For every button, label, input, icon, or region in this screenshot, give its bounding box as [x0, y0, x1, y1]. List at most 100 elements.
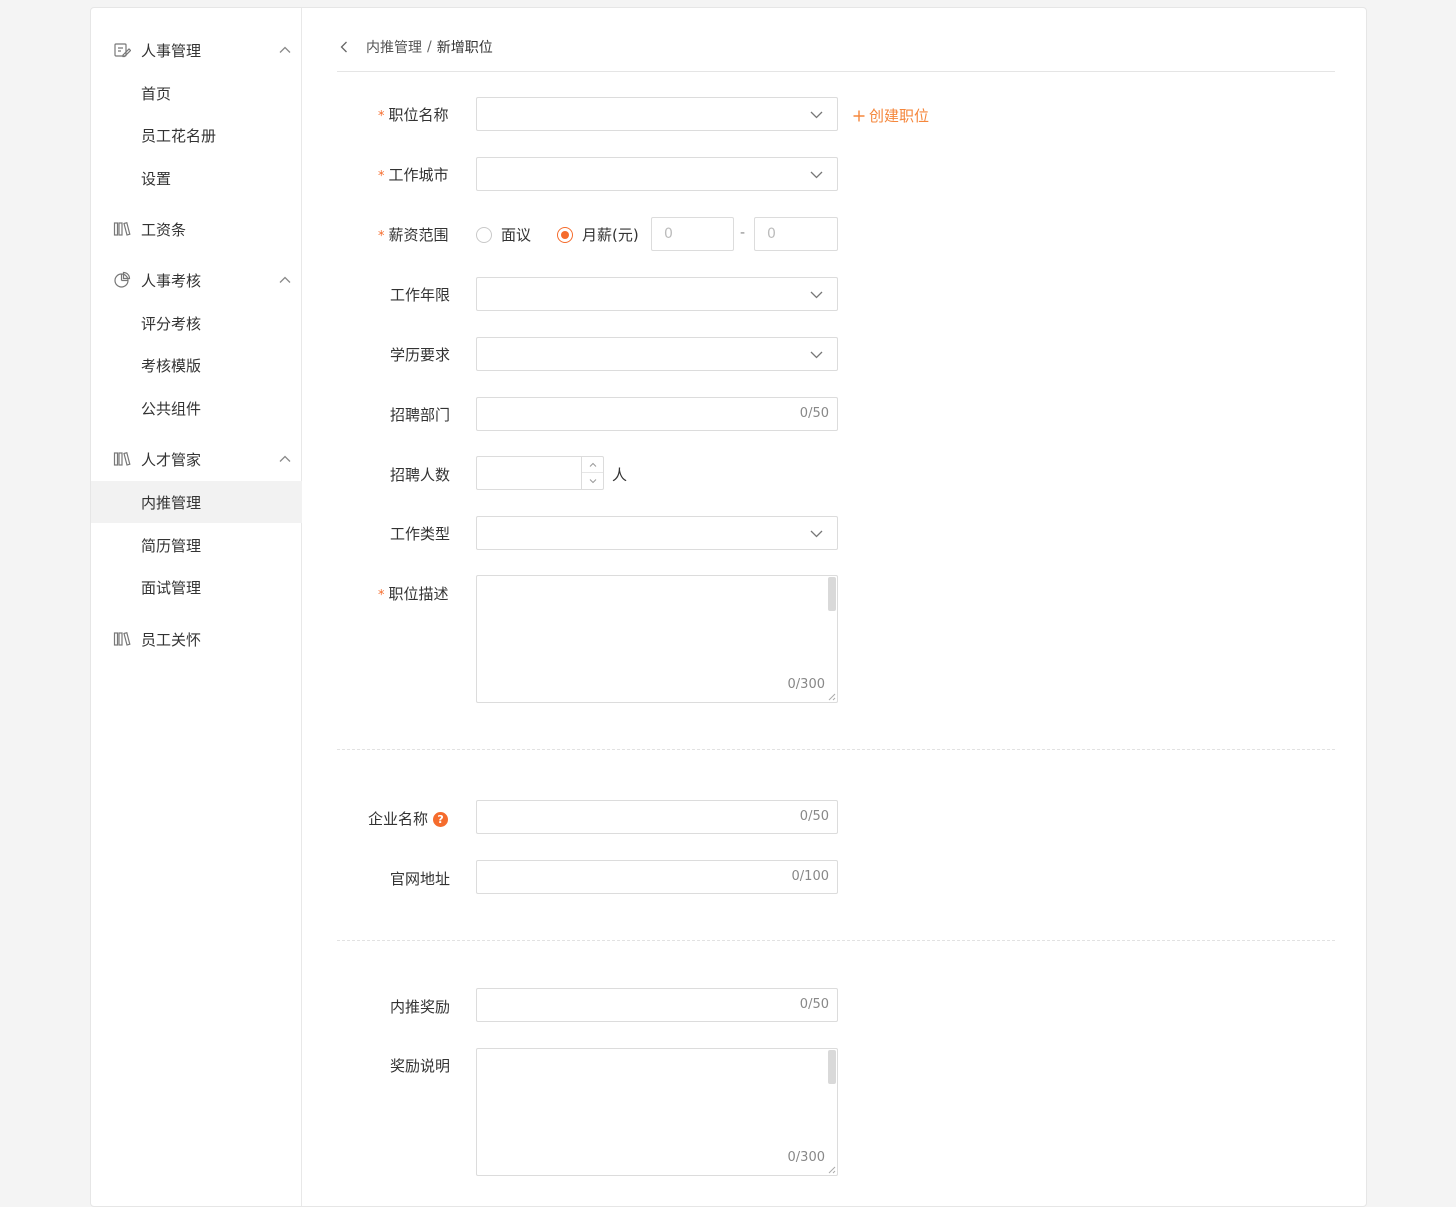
resize-grip-icon[interactable]: [826, 1164, 836, 1174]
headcount-unit: 人: [612, 466, 628, 484]
referral-reward-input[interactable]: 0/50: [476, 988, 838, 1022]
sidebar-group-hr-management[interactable]: 人事管理: [91, 29, 302, 71]
description-label: * 职位描述: [378, 583, 449, 604]
sidebar-item-assessment-template[interactable]: 考核模版: [91, 344, 302, 386]
description-textarea[interactable]: 0/300: [476, 575, 838, 703]
scrollbar-thumb[interactable]: [828, 577, 836, 611]
char-counter: 0/300: [787, 677, 825, 692]
label-text: 企业名称: [368, 810, 429, 828]
chevron-down-icon: [810, 291, 823, 299]
breadcrumb: 内推管理 / 新增职位: [337, 35, 493, 59]
work-city-select[interactable]: [476, 157, 838, 191]
sidebar-item-referral-management[interactable]: 内推管理: [91, 481, 302, 523]
sidebar-item-label: 设置: [141, 170, 172, 188]
salary-min-input[interactable]: 0: [651, 217, 734, 251]
breadcrumb-current: 新增职位: [436, 40, 493, 56]
sidebar-group-label: 人才管家: [141, 451, 202, 469]
label-text: 工作城市: [388, 166, 449, 184]
headcount-stepper[interactable]: [476, 456, 604, 490]
sidebar-item-label: 考核模版: [141, 357, 202, 375]
breadcrumb-separator: /: [427, 39, 432, 55]
label-text: 职位描述: [388, 585, 449, 603]
work-city-label: * 工作城市: [378, 164, 449, 185]
sidebar-item-employee-roster[interactable]: 员工花名册: [91, 114, 302, 156]
radio-label: 月薪(元): [582, 226, 639, 244]
sidebar-item-score-assessment[interactable]: 评分考核: [91, 302, 302, 344]
radio-label: 面议: [501, 226, 532, 244]
radio-circle: [476, 226, 492, 243]
sidebar-group-talent-manager[interactable]: 人才管家: [91, 438, 302, 480]
sidebar-item-label: 面试管理: [141, 579, 202, 597]
referral-reward-label: 内推奖励: [390, 998, 451, 1016]
sidebar-item-home[interactable]: 首页: [91, 72, 302, 114]
char-counter: 0/50: [799, 406, 829, 421]
stepper-buttons: [581, 457, 603, 489]
sidebar-group-payslip[interactable]: 工资条: [91, 208, 302, 250]
create-position-link[interactable]: 创建职位: [853, 105, 929, 126]
department-input[interactable]: 0/50: [476, 397, 838, 431]
reward-note-textarea[interactable]: 0/300: [476, 1048, 838, 1176]
sidebar-item-label: 简历管理: [141, 537, 202, 555]
sidebar-group-hr-assessment[interactable]: 人事考核: [91, 259, 302, 301]
decrement-button[interactable]: [582, 473, 603, 489]
salary-monthly-radio[interactable]: 月薪(元): [557, 224, 639, 245]
sidebar-item-common-components[interactable]: 公共组件: [91, 387, 302, 429]
position-name-select[interactable]: [476, 97, 838, 131]
company-name-label: 企业名称?: [368, 808, 449, 829]
char-counter: 0/100: [791, 869, 829, 884]
chevron-down-icon: [810, 351, 823, 359]
main-content: 内推管理 / 新增职位 *职位名称 创建职位 *工作城市 *薪资范围 面议: [302, 8, 1366, 1206]
help-icon[interactable]: ?: [433, 812, 449, 827]
resize-grip-icon[interactable]: [826, 691, 836, 701]
required-mark: *: [378, 169, 385, 184]
work-type-label: 工作类型: [390, 525, 451, 543]
chevron-down-icon: [589, 479, 596, 484]
work-years-label: 工作年限: [390, 286, 451, 304]
label-text: 职位名称: [388, 106, 449, 124]
chevron-up-icon: [279, 46, 291, 53]
position-name-label: * 职位名称: [378, 104, 449, 125]
sidebar-item-label: 评分考核: [141, 315, 202, 333]
work-years-select[interactable]: [476, 277, 838, 311]
sidebar-group-label: 人事管理: [141, 42, 202, 60]
sidebar-item-resume-management[interactable]: 简历管理: [91, 524, 302, 566]
salary-max-input[interactable]: 0: [754, 217, 838, 251]
education-label: 学历要求: [390, 346, 451, 364]
radio-circle-selected: [557, 226, 573, 243]
books-icon: [113, 221, 131, 236]
pie-chart-icon: [114, 271, 131, 288]
header-divider: [337, 71, 1335, 72]
section-divider: [337, 749, 1335, 750]
education-select[interactable]: [476, 337, 838, 371]
chevron-up-icon: [279, 455, 291, 462]
sidebar-item-label: 员工花名册: [141, 127, 217, 145]
website-input[interactable]: 0/100: [476, 860, 838, 894]
label-text: 薪资范围: [388, 226, 449, 244]
char-counter: 0/50: [799, 997, 829, 1012]
sidebar-group-employee-care[interactable]: 员工关怀: [91, 618, 302, 660]
chevron-left-icon[interactable]: [337, 40, 351, 54]
chevron-down-icon: [810, 171, 823, 179]
breadcrumb-parent[interactable]: 内推管理: [366, 37, 422, 57]
sidebar-group-label: 工资条: [141, 221, 187, 239]
required-mark: *: [378, 588, 385, 603]
salary-range-label: * 薪资范围: [378, 224, 449, 245]
company-name-input[interactable]: 0/50: [476, 800, 838, 834]
reward-note-label: 奖励说明: [390, 1057, 451, 1075]
salary-negotiable-radio[interactable]: 面议: [476, 224, 531, 245]
app-frame: 人事管理 首页 员工花名册 设置 工资条 人事考核 评分考核 考核模版 公共组件: [90, 7, 1367, 1207]
department-label: 招聘部门: [390, 406, 451, 424]
chevron-down-icon: [810, 111, 823, 119]
section-divider: [337, 940, 1335, 941]
scrollbar-thumb[interactable]: [828, 1050, 836, 1084]
sidebar: 人事管理 首页 员工花名册 设置 工资条 人事考核 评分考核 考核模版 公共组件: [91, 8, 302, 1206]
sidebar-item-label: 公共组件: [141, 400, 202, 418]
books-icon: [113, 451, 131, 466]
sidebar-item-interview-management[interactable]: 面试管理: [91, 566, 302, 608]
create-position-label: 创建职位: [869, 107, 930, 125]
chevron-up-icon: [279, 276, 291, 283]
increment-button[interactable]: [582, 457, 603, 473]
chevron-down-icon: [810, 530, 823, 538]
sidebar-item-settings[interactable]: 设置: [91, 157, 302, 199]
work-type-select[interactable]: [476, 516, 838, 550]
